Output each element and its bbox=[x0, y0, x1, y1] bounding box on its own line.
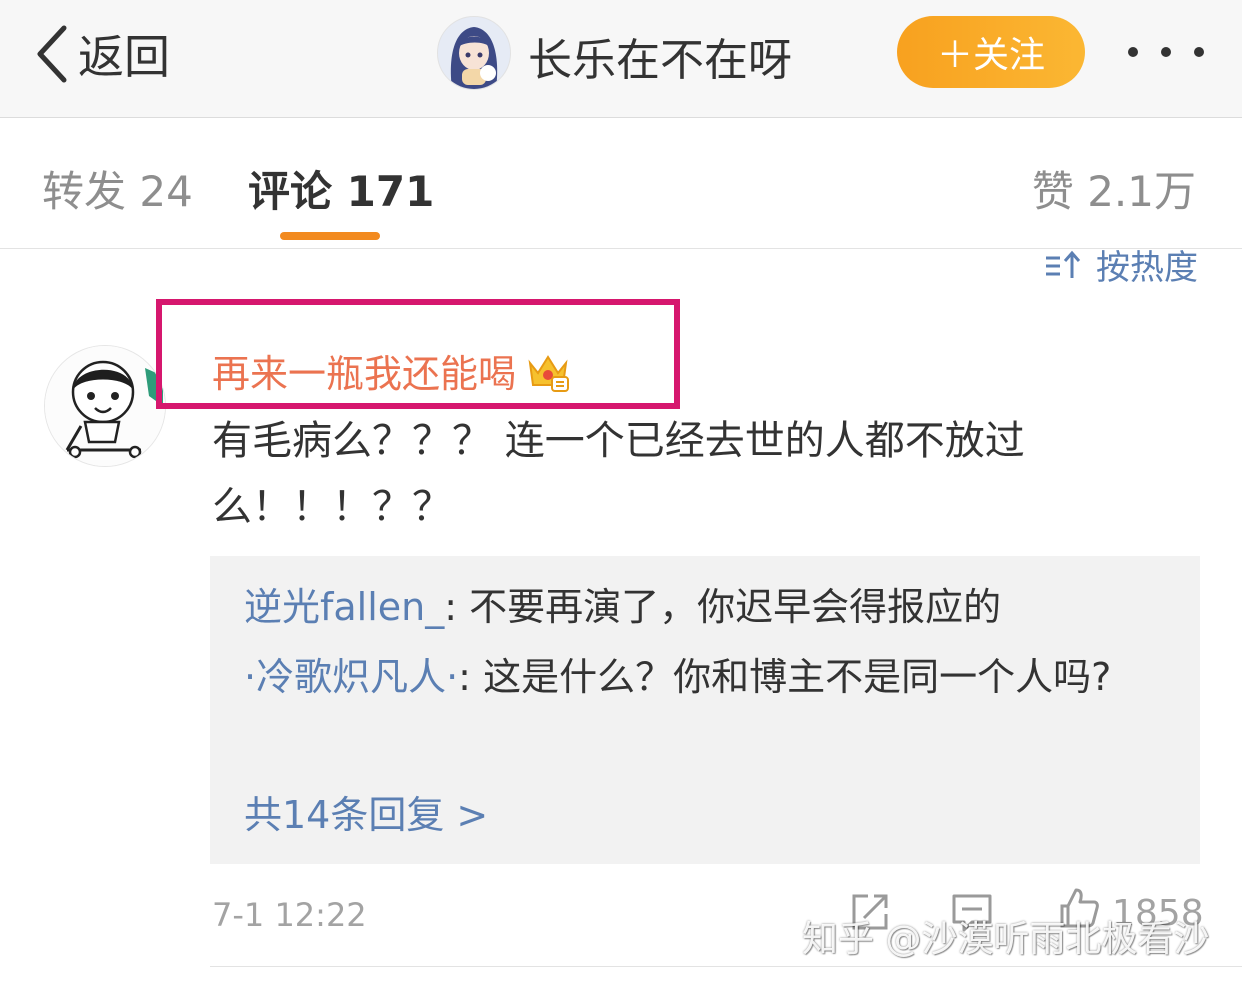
commenter-avatar[interactable] bbox=[44, 345, 166, 467]
dot bbox=[1161, 47, 1171, 57]
tab-bar: 转发 24 评论 171 赞 2.1万 bbox=[0, 118, 1242, 249]
commenter-name[interactable]: 再来一瓶我还能喝 bbox=[212, 343, 570, 398]
comment-body: 有毛病么？？？ 连一个已经去世的人都不放过么！！！？？ bbox=[212, 418, 1025, 530]
tab-likes[interactable]: 赞 2.1万 bbox=[1032, 158, 1196, 219]
top-nav-bar: 返回 长乐在不在呀 ＋关注 bbox=[0, 0, 1242, 118]
dot bbox=[1194, 47, 1204, 57]
reply-separator: : bbox=[458, 655, 484, 699]
reply-user[interactable]: ·冷歌炽凡人· bbox=[244, 655, 458, 699]
active-tab-indicator bbox=[280, 232, 380, 240]
reply-separator: : bbox=[444, 585, 470, 629]
sort-by-hot-button[interactable]: 按热度 bbox=[1044, 244, 1198, 288]
header-user-name[interactable]: 长乐在不在呀 bbox=[528, 24, 792, 88]
chevron-left-icon bbox=[37, 25, 67, 83]
sort-label: 按热度 bbox=[1096, 247, 1198, 288]
tab-comments[interactable]: 评论 171 bbox=[248, 158, 434, 219]
comment-timestamp: 7-1 12:22 bbox=[212, 896, 367, 934]
tab-repost[interactable]: 转发 24 bbox=[42, 158, 193, 219]
back-button[interactable]: 返回 bbox=[34, 22, 170, 86]
view-all-replies-link[interactable]: 共14条回复 > bbox=[244, 782, 488, 848]
dot bbox=[1128, 47, 1138, 57]
back-label: 返回 bbox=[78, 30, 170, 84]
sort-icon bbox=[1046, 250, 1081, 278]
crown-badge-icon bbox=[528, 354, 570, 392]
cartoon-scooter-avatar-icon bbox=[45, 346, 165, 466]
watermark: 知乎 @沙漠听雨北极看沙 bbox=[802, 919, 1210, 960]
reply-user[interactable]: 逆光fallen_ bbox=[244, 585, 444, 629]
user-avatar[interactable] bbox=[437, 16, 511, 90]
commenter-name-text: 再来一瓶我还能喝 bbox=[212, 352, 517, 396]
reply-item: 逆光fallen_: 不要再演了，你迟早会得报应的 bbox=[244, 574, 1174, 640]
more-dots-icon[interactable] bbox=[1128, 32, 1204, 72]
reply-text: 不要再演了，你迟早会得报应的 bbox=[469, 585, 1002, 629]
reply-item: ·冷歌炽凡人·: 这是什么？你和博主不是同一个人吗? bbox=[244, 644, 1174, 710]
follow-button[interactable]: ＋关注 bbox=[897, 16, 1085, 88]
reply-text: 这是什么？你和博主不是同一个人吗? bbox=[483, 655, 1112, 699]
divider bbox=[210, 966, 1242, 967]
replies-box: 逆光fallen_: 不要再演了，你迟早会得报应的 ·冷歌炽凡人·: 这是什么？… bbox=[210, 556, 1200, 864]
anime-girl-avatar-icon bbox=[438, 17, 510, 89]
